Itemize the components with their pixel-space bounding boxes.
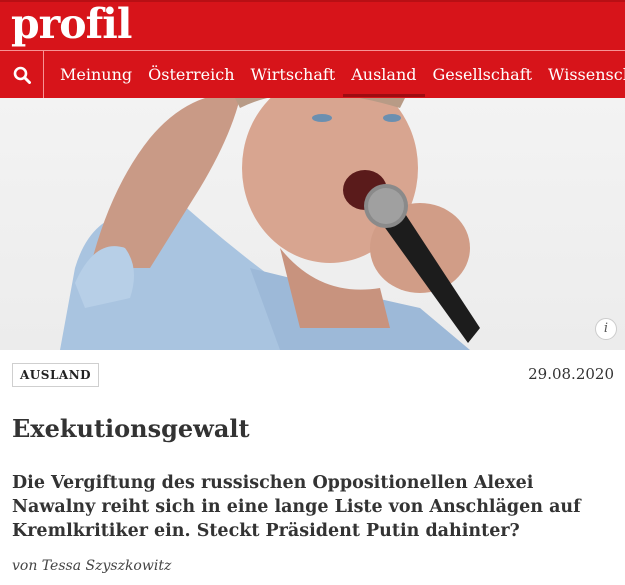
nav-item-wirtschaft[interactable]: Wirtschaft <box>251 51 336 98</box>
article-lead: Die Vergiftung des russischen Opposition… <box>12 473 581 541</box>
search-button[interactable] <box>0 51 43 98</box>
search-icon <box>13 66 31 84</box>
hero-photo-illustration <box>60 98 480 350</box>
article-meta: AUSLAND 29.08.2020 <box>12 363 614 387</box>
article-date: 29.08.2020 <box>528 365 614 383</box>
search-separator <box>43 51 44 98</box>
nav-item-gesellschaft[interactable]: Gesellschaft <box>433 51 533 98</box>
site-logo[interactable]: profil <box>11 2 132 46</box>
nav-item-meinung[interactable]: Meinung <box>60 51 132 98</box>
nav-item-oesterreich[interactable]: Österreich <box>148 51 234 98</box>
site-header: profil Meinung Österreich Wirtschaft Aus… <box>0 0 625 98</box>
category-tag[interactable]: AUSLAND <box>12 363 100 387</box>
image-info-button[interactable]: i <box>595 318 617 340</box>
nav-item-ausland[interactable]: Ausland <box>343 51 425 98</box>
article-title: Exekutionsgewalt <box>12 414 250 443</box>
nav-item-wissenschaft[interactable]: Wissenschaft <box>548 51 625 98</box>
hero-image: i <box>0 98 625 350</box>
main-nav: Meinung Österreich Wirtschaft Ausland Ge… <box>60 51 625 98</box>
article-author: von Tessa Szyszkowitz <box>12 558 172 574</box>
